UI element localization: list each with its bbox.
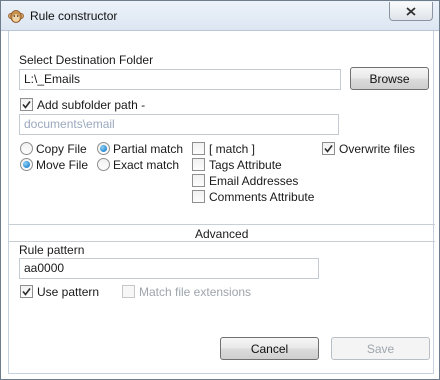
tags-attribute-label: Tags Attribute	[209, 158, 282, 172]
window-title: Rule constructor	[30, 9, 118, 23]
checkmark-icon	[22, 101, 31, 109]
copy-file-radio[interactable]	[20, 142, 33, 155]
add-subfolder-checkbox[interactable]	[20, 98, 33, 111]
rule-pattern-input[interactable]: aa0000	[19, 258, 319, 279]
partial-match-label: Partial match	[113, 142, 184, 156]
email-addresses-checkbox[interactable]	[192, 174, 205, 187]
monkey-face-icon	[8, 10, 24, 23]
exact-match-radio[interactable]	[97, 158, 110, 171]
close-icon	[406, 6, 416, 16]
destination-label: Select Destination Folder	[19, 53, 154, 67]
match-file-extensions-label: Match file extensions	[139, 285, 252, 299]
overwrite-files-label: Overwrite files	[339, 142, 416, 156]
dialog-body: Select Destination Folder L:\_Emails Bro…	[8, 31, 435, 374]
move-file-radio[interactable]	[20, 158, 33, 171]
exact-match-label: Exact match	[113, 158, 180, 172]
save-button[interactable]: Save	[331, 337, 430, 360]
use-pattern-label: Use pattern	[37, 285, 100, 299]
destination-path-input[interactable]: L:\_Emails	[19, 69, 341, 90]
advanced-header: Advanced	[195, 227, 249, 241]
advanced-divider-top	[9, 224, 435, 225]
match-label: [ match ]	[209, 142, 256, 156]
advanced-divider-bottom	[9, 241, 435, 242]
email-addresses-label: Email Addresses	[209, 174, 299, 188]
rule-pattern-label: Rule pattern	[19, 243, 85, 257]
subfolder-path-input[interactable]: documents\email	[19, 114, 339, 135]
copy-file-label: Copy File	[36, 142, 87, 156]
comments-attribute-label: Comments Attribute	[209, 190, 315, 204]
title-bar: Rule constructor	[1, 1, 439, 31]
add-subfolder-label: Add subfolder path -	[37, 98, 146, 112]
cancel-button[interactable]: Cancel	[220, 337, 319, 360]
dialog-window: Rule constructor Select Destination Fold…	[0, 0, 440, 380]
comments-attribute-checkbox[interactable]	[192, 190, 205, 203]
overwrite-files-checkbox[interactable]	[322, 142, 335, 155]
checkmark-icon	[324, 145, 333, 153]
tags-attribute-checkbox[interactable]	[192, 158, 205, 171]
radio-selected-dot	[23, 161, 30, 168]
match-checkbox[interactable]	[192, 142, 205, 155]
partial-match-radio[interactable]	[97, 142, 110, 155]
radio-selected-dot	[100, 145, 107, 152]
match-file-extensions-checkbox[interactable]	[122, 285, 135, 298]
move-file-label: Move File	[36, 158, 89, 172]
checkmark-icon	[22, 288, 31, 296]
close-button[interactable]	[389, 2, 433, 21]
use-pattern-checkbox[interactable]	[20, 285, 33, 298]
browse-button[interactable]: Browse	[350, 67, 429, 90]
